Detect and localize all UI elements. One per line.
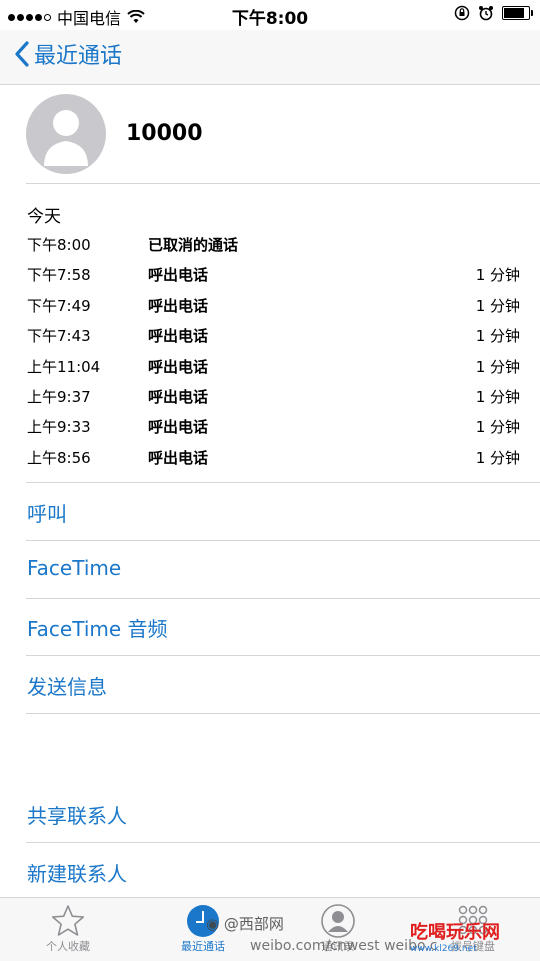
call-button[interactable]: 呼叫 — [27, 498, 67, 527]
call-duration: 1 分钟 — [475, 296, 520, 315]
call-log-row: 上午8:56 呼出电话 1 分钟 — [0, 443, 540, 473]
battery-icon — [502, 6, 533, 20]
weibo-logo-icon: ◉ — [206, 915, 220, 933]
call-time: 下午8:00 — [27, 236, 91, 254]
watermark-logo-url: www.kl269.net — [410, 944, 477, 954]
tab-recents-label: 最近通话 — [181, 940, 225, 953]
avatar — [26, 94, 106, 174]
tab-favorites-label: 个人收藏 — [46, 940, 90, 953]
divider — [26, 655, 540, 656]
call-time: 上午9:33 — [27, 418, 91, 437]
back-button[interactable]: 最近通话 — [14, 38, 122, 70]
orientation-lock-icon — [454, 5, 470, 21]
facetime-button[interactable]: FaceTime — [27, 556, 121, 580]
person-circle-icon — [321, 904, 355, 938]
divider — [26, 842, 540, 843]
call-time: 上午8:56 — [27, 448, 91, 467]
alarm-icon — [479, 6, 493, 21]
call-type: 呼出电话 — [148, 418, 209, 437]
watermark-weibo: ◉ @西部网 — [206, 913, 284, 934]
call-type: 已取消的通话 — [148, 236, 239, 254]
status-right — [454, 5, 533, 21]
watermark-logo: 吃喝玩乐网 www.kl269.net — [410, 918, 500, 954]
share-contact-button[interactable]: 共享联系人 — [27, 800, 127, 829]
contact-name: 10000 — [126, 121, 203, 146]
divider — [26, 482, 540, 483]
facetime-audio-button[interactable]: FaceTime 音频 — [27, 613, 168, 642]
divider — [26, 713, 540, 714]
star-icon — [51, 905, 85, 936]
call-type: 呼出电话 — [148, 448, 209, 467]
call-log-list: 下午8:00 已取消的通话 下午7:58 呼出电话 1 分钟 下午7:49 呼出电话 1 … — [0, 230, 540, 473]
call-log-row: 下午7:49 呼出电话 1 分钟 — [0, 291, 540, 321]
call-log-row: 下午7:43 呼出电话 1 分钟 — [0, 321, 540, 351]
back-label: 最近通话 — [34, 44, 123, 69]
call-duration: 1 分钟 — [475, 448, 520, 467]
call-type: 呼出电话 — [148, 266, 209, 285]
call-time: 上午11:04 — [27, 357, 101, 376]
call-duration: 1 分钟 — [475, 357, 520, 376]
call-log-row: 上午9:33 呼出电话 1 分钟 — [0, 412, 540, 442]
call-log-row: 上午11:04 呼出电话 1 分钟 — [0, 352, 540, 382]
status-bar: 中国电信 下午8:00 — [0, 0, 540, 30]
call-time: 上午9:37 — [27, 387, 91, 406]
chevron-left-icon — [15, 41, 29, 67]
divider — [26, 540, 540, 541]
navigation-bar: 最近通话 — [0, 30, 540, 85]
person-silhouette-icon — [44, 110, 88, 166]
call-duration: 1 分钟 — [475, 327, 520, 346]
call-type: 呼出电话 — [148, 387, 209, 406]
call-type: 呼出电话 — [148, 327, 209, 346]
send-message-button[interactable]: 发送信息 — [27, 671, 107, 700]
divider — [26, 598, 540, 599]
call-log-day: 今天 — [27, 207, 61, 227]
call-type: 呼出电话 — [148, 296, 209, 315]
new-contact-button[interactable]: 新建联系人 — [27, 858, 127, 887]
call-time: 下午7:43 — [27, 327, 91, 346]
call-log-row: 下午7:58 呼出电话 1 分钟 — [0, 260, 540, 290]
call-duration: 1 分钟 — [475, 387, 520, 406]
watermark-handle: @西部网 — [223, 915, 284, 933]
divider — [26, 183, 540, 184]
call-duration: 1 分钟 — [475, 266, 520, 285]
watermark-url-1: weibo.com/cnwest — [250, 938, 380, 954]
watermark-logo-text: 吃喝玩乐网 — [410, 922, 500, 943]
call-time: 下午7:58 — [27, 266, 91, 285]
call-type: 呼出电话 — [148, 357, 209, 376]
call-log-row: 下午8:00 已取消的通话 — [0, 230, 540, 260]
tab-favorites[interactable]: 个人收藏 — [18, 902, 118, 956]
call-duration: 1 分钟 — [475, 418, 520, 437]
call-log-row: 上午9:37 呼出电话 1 分钟 — [0, 382, 540, 412]
call-time: 下午7:49 — [27, 296, 91, 315]
